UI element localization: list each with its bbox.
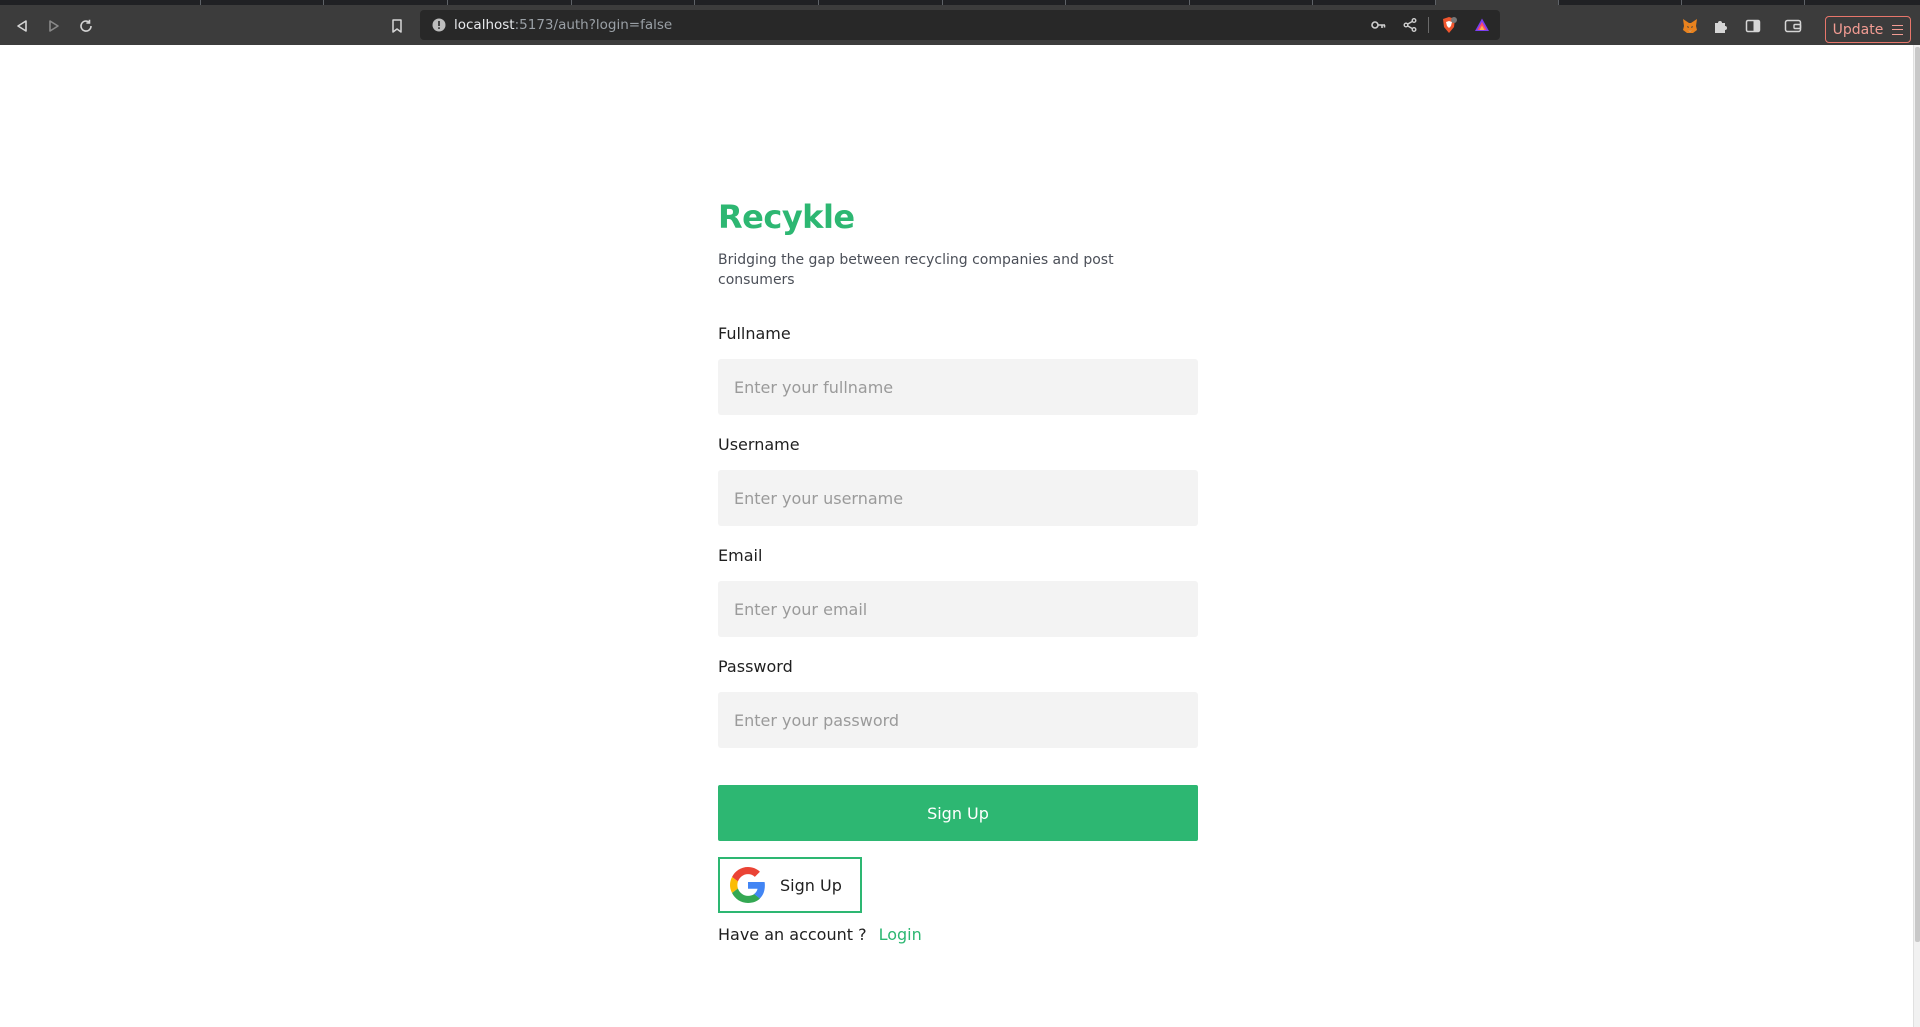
key-icon[interactable] (1370, 17, 1386, 33)
username-group: Username (718, 435, 1198, 526)
brave-shields-icon[interactable] (1440, 16, 1458, 34)
page-scrollbar[interactable] (1913, 45, 1920, 1027)
signup-button[interactable]: Sign Up (718, 785, 1198, 841)
email-group: Email (718, 546, 1198, 637)
update-label: Update (1832, 21, 1884, 38)
login-prompt: Have an account ? Login (718, 925, 1198, 944)
username-input[interactable] (718, 470, 1198, 526)
password-group: Password (718, 657, 1198, 748)
url-host: localhost (454, 17, 515, 33)
metamask-fox-icon[interactable] (1681, 17, 1699, 35)
email-label: Email (718, 546, 763, 565)
reload-button[interactable] (73, 13, 99, 39)
share-icon[interactable] (1402, 17, 1418, 33)
reload-icon (80, 19, 92, 32)
divider (1428, 17, 1429, 33)
menu-icon (1892, 24, 1904, 35)
signup-form: Recykle Bridging the gap between recycli… (718, 196, 1198, 944)
forward-button[interactable] (41, 13, 67, 39)
forward-icon (49, 20, 59, 32)
sidebar-toggle-icon[interactable] (1745, 18, 1761, 34)
address-bar[interactable]: localhost:5173/auth?login=false (420, 10, 1500, 40)
password-label: Password (718, 657, 793, 676)
update-button[interactable]: Update (1825, 16, 1911, 43)
extensions-puzzle-icon[interactable] (1713, 18, 1729, 34)
scrollbar-thumb[interactable] (1915, 47, 1920, 942)
have-account-text: Have an account ? (718, 925, 867, 944)
bookmark-icon (392, 19, 402, 33)
url-text: localhost:5173/auth?login=false (454, 17, 672, 33)
back-button[interactable] (9, 13, 35, 39)
brave-rewards-icon[interactable] (1474, 17, 1490, 33)
email-input[interactable] (718, 581, 1198, 637)
fullname-label: Fullname (718, 324, 791, 343)
fullname-input[interactable] (718, 359, 1198, 415)
tagline: Bridging the gap between recycling compa… (718, 252, 1114, 288)
browser-toolbar: localhost:5173/auth?login=false Update (0, 5, 1920, 45)
brand-logo: Recykle (718, 198, 855, 236)
back-icon (17, 20, 27, 32)
site-info-icon[interactable] (432, 18, 446, 32)
google-signup-label: Sign Up (780, 875, 842, 895)
google-icon (730, 867, 765, 903)
wallet-icon[interactable] (1784, 18, 1802, 34)
bookmark-button[interactable] (384, 13, 410, 39)
password-input[interactable] (718, 692, 1198, 748)
url-path: :5173/auth?login=false (514, 17, 673, 33)
fullname-group: Fullname (718, 324, 1198, 415)
google-signup-button[interactable]: Sign Up (718, 857, 862, 913)
username-label: Username (718, 435, 800, 454)
login-link[interactable]: Login (879, 925, 922, 944)
